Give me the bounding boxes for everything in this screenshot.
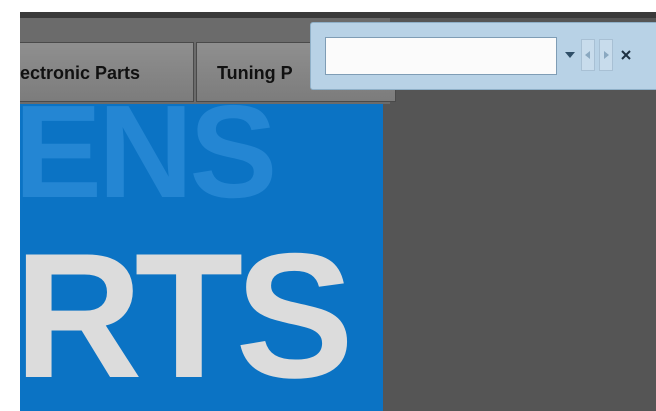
app-window: lectronic Parts Tuning P ENS RTS bbox=[20, 12, 656, 411]
nav-item-label: lectronic Parts bbox=[20, 63, 141, 83]
find-close-button[interactable] bbox=[617, 41, 635, 69]
nav-item-electronic-parts[interactable]: lectronic Parts bbox=[20, 42, 194, 102]
chevron-right-icon bbox=[604, 51, 609, 59]
chevron-left-icon bbox=[585, 51, 590, 59]
screen: lectronic Parts Tuning P ENS RTS bbox=[0, 0, 656, 411]
hero-banner: ENS RTS bbox=[20, 104, 383, 411]
hero-ghost-text: ENS bbox=[20, 104, 277, 225]
nav-item-label: Tuning P bbox=[217, 63, 293, 83]
find-previous-button[interactable] bbox=[581, 39, 595, 71]
close-icon bbox=[621, 50, 631, 60]
find-input[interactable] bbox=[325, 37, 557, 75]
find-bar bbox=[310, 22, 656, 90]
find-dropdown-button[interactable] bbox=[563, 43, 577, 67]
hero-main-text: RTS bbox=[20, 216, 354, 411]
find-next-button[interactable] bbox=[599, 39, 613, 71]
chevron-down-icon bbox=[565, 52, 575, 58]
